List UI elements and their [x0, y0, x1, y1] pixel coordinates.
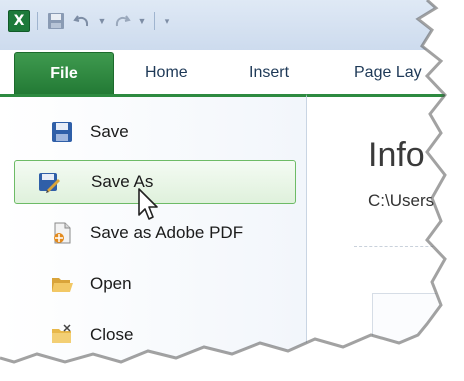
tab-insert[interactable]: Insert [249, 64, 289, 82]
undo-icon[interactable] [71, 10, 93, 32]
excel-app-icon[interactable]: X [8, 10, 30, 32]
redo-dropdown-icon[interactable]: ▼ [137, 16, 147, 26]
ribbon-tabs: File Home Insert Page Lay [0, 52, 445, 94]
excel-icon-letter: X [13, 13, 25, 29]
menu-item-label: Save [90, 122, 129, 141]
info-preview-box [372, 293, 446, 362]
quick-access-toolbar: X ▼ ▼ ▾ [0, 0, 446, 50]
save-icon[interactable] [45, 10, 67, 32]
menu-item-label: Close [90, 325, 134, 344]
save-as-icon [39, 173, 60, 193]
qat-separator [154, 12, 155, 30]
redo-icon[interactable] [111, 10, 133, 32]
save-icon [52, 122, 72, 142]
tab-home[interactable]: Home [145, 64, 188, 82]
tab-page-layout[interactable]: Page Lay [354, 64, 422, 82]
qat-separator [37, 12, 38, 30]
menu-item-label: Open [90, 274, 132, 293]
quick-access-row: X ▼ ▼ ▾ [8, 10, 172, 32]
open-folder-icon [52, 278, 73, 292]
info-divider [354, 246, 446, 247]
excel-window-screenshot: X ▼ ▼ ▾ File Home Insert Page Lay Save S… [0, 0, 446, 362]
menu-item-open[interactable]: Open [14, 262, 296, 306]
customize-toolbar-icon[interactable]: ▾ [162, 16, 172, 27]
menu-item-label: Save as Adobe PDF [90, 223, 244, 242]
close-folder-icon [52, 324, 71, 343]
menu-item-save[interactable]: Save [14, 110, 296, 154]
tab-file[interactable]: File [14, 52, 114, 94]
menu-item-close[interactable]: Close [14, 313, 296, 357]
pdf-document-icon [54, 222, 71, 244]
info-title: Info [368, 136, 425, 174]
mouse-cursor-icon [138, 188, 158, 220]
file-path: C:\Users [368, 191, 435, 210]
undo-dropdown-icon[interactable]: ▼ [97, 16, 107, 26]
